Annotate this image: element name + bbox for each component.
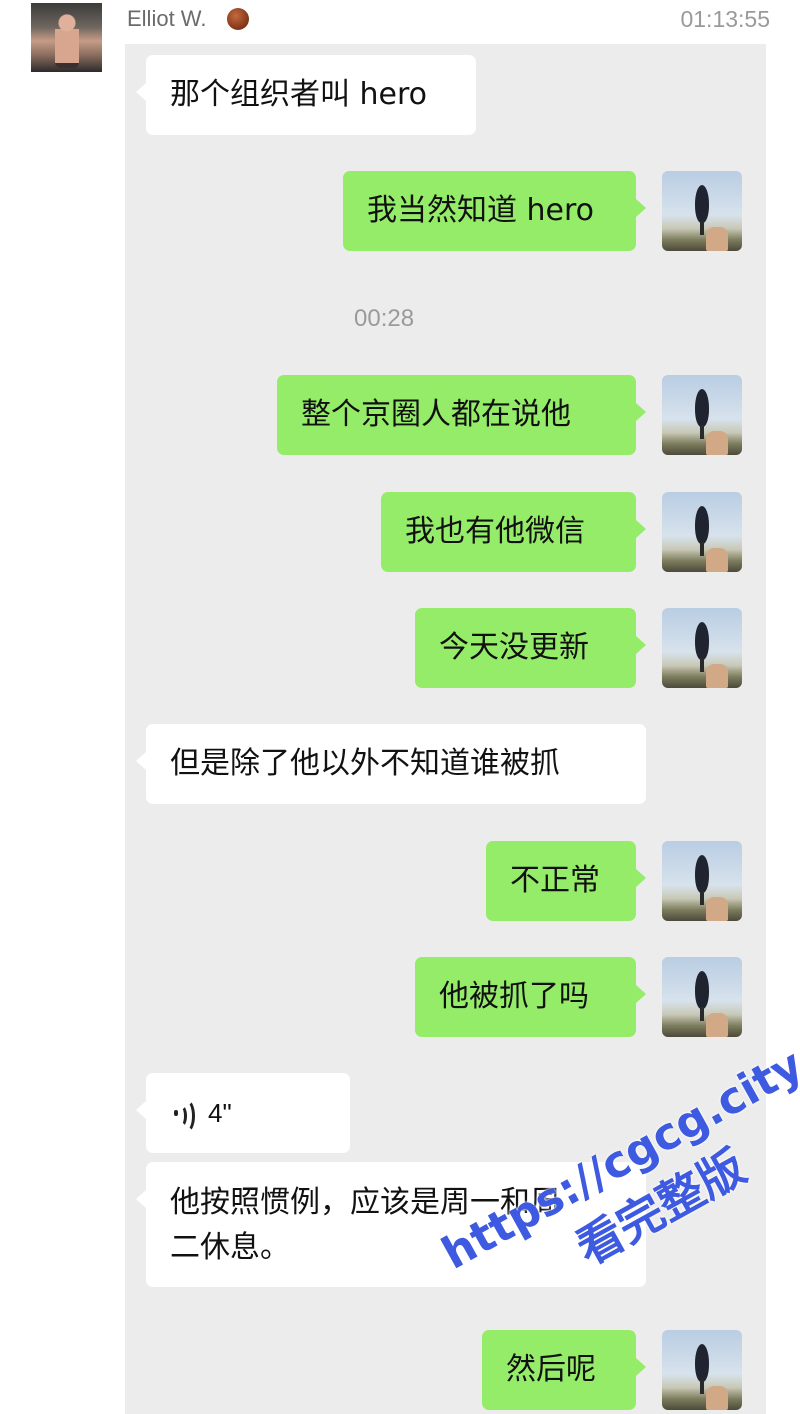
- basketball-icon: [227, 8, 249, 30]
- contact-name: Elliot W.: [127, 6, 207, 31]
- message-bubble-outgoing[interactable]: 不正常: [486, 841, 646, 921]
- contact-avatar[interactable]: [31, 3, 102, 72]
- chat-timestamp: 00:28: [354, 305, 415, 332]
- my-avatar[interactable]: [662, 1330, 742, 1410]
- message-bubble-outgoing[interactable]: 我当然知道 hero: [343, 171, 646, 251]
- header-time: 01:13:55: [680, 6, 770, 32]
- my-avatar[interactable]: [662, 171, 742, 251]
- message-text: 今天没更新: [439, 630, 589, 665]
- message-bubble-outgoing[interactable]: 我也有他微信: [381, 492, 646, 572]
- message-text: 但是除了他以外不知道谁被抓: [170, 746, 560, 781]
- message-text: 整个京圈人都在说他: [301, 397, 571, 432]
- voice-message-bubble[interactable]: 4": [136, 1073, 350, 1153]
- voice-duration: 4": [208, 1098, 232, 1128]
- message-text: 他按照惯例，应该是周一和周 二休息。: [170, 1180, 560, 1270]
- message-bubble-incoming[interactable]: 那个组织者叫 hero: [136, 55, 476, 135]
- voice-wave-icon: [170, 1099, 200, 1133]
- message-text: 我当然知道 hero: [367, 193, 595, 228]
- message-bubble-outgoing[interactable]: 整个京圈人都在说他: [277, 375, 646, 455]
- message-bubble-outgoing[interactable]: 今天没更新: [415, 608, 646, 688]
- my-avatar[interactable]: [662, 375, 742, 455]
- message-text: 我也有他微信: [405, 514, 585, 549]
- message-text: 他被抓了吗: [439, 979, 589, 1014]
- message-text: 不正常: [510, 863, 600, 898]
- message-bubble-incoming[interactable]: 但是除了他以外不知道谁被抓: [136, 724, 646, 804]
- my-avatar[interactable]: [662, 492, 742, 572]
- message-text: 然后呢: [506, 1352, 596, 1387]
- my-avatar[interactable]: [662, 957, 742, 1037]
- message-text-line: 二休息。: [170, 1230, 290, 1265]
- my-avatar[interactable]: [662, 841, 742, 921]
- message-bubble-outgoing[interactable]: 然后呢: [482, 1330, 646, 1410]
- chat-screen: Elliot W. 01:13:55 那个组织者叫 hero 我当然知道 her…: [0, 0, 800, 1414]
- message-bubble-outgoing[interactable]: 他被抓了吗: [415, 957, 646, 1037]
- message-bubble-incoming[interactable]: 他按照惯例，应该是周一和周 二休息。: [136, 1162, 646, 1287]
- message-text-line: 他按照惯例，应该是周一和周: [170, 1185, 560, 1220]
- message-text: 那个组织者叫 hero: [170, 77, 428, 112]
- my-avatar[interactable]: [662, 608, 742, 688]
